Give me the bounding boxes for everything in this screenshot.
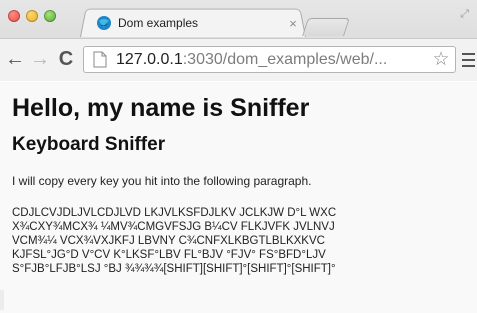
- page-heading: Hello, my name is Sniffer: [12, 94, 310, 122]
- new-tab-button[interactable]: [302, 18, 350, 36]
- window-controls: [8, 10, 56, 22]
- browser-chrome: Dom examples × ⤢ ← → C 127.0.0.1:3030/do…: [0, 0, 477, 81]
- page-content: Hello, my name is Sniffer Keyboard Sniff…: [0, 82, 477, 313]
- back-arrow-icon[interactable]: ←: [4, 47, 26, 71]
- tab-content[interactable]: Dom examples ×: [96, 13, 304, 33]
- reload-icon[interactable]: C: [55, 47, 77, 71]
- page-subheading: Keyboard Sniffer: [12, 134, 166, 155]
- url-path: :3030/dom_examples/web/...: [182, 50, 388, 68]
- typed-line: KJFSL°JG°D V°CV K°LKSF°LBV FL°BJV °FJV° …: [12, 249, 326, 261]
- tab-title: Dom examples: [118, 16, 199, 30]
- tab-close-icon[interactable]: ×: [286, 16, 300, 31]
- page-icon: [93, 51, 107, 68]
- fullscreen-icon[interactable]: ⤢: [460, 8, 469, 21]
- typed-keys-paragraph: CDJLCVJDLJVLCDJLVD LKJVLKSFDJLKV JCLKJW …: [12, 206, 452, 276]
- url-text[interactable]: 127.0.0.1:3030/dom_examples/web/...: [116, 51, 431, 69]
- intro-text: I will copy every key you hit into the f…: [12, 174, 312, 188]
- favicon-icon: [97, 16, 111, 30]
- typed-line: S°FJB°LFJB°LSJ °BJ ¾¾¾¾[SHIFT][SHIFT]°[S…: [12, 263, 336, 275]
- toolbar: ← → C 127.0.0.1:3030/dom_examples/web/..…: [0, 38, 477, 81]
- menu-icon[interactable]: [462, 53, 475, 71]
- typed-line: X¾CXY¾MCX¾ ¼MV¾CMGVFSJG B¼CV FLKJVFK JVL…: [12, 221, 335, 233]
- close-window-button[interactable]: [8, 10, 20, 22]
- url-host: 127.0.0.1: [116, 50, 183, 68]
- typed-line: CDJLCVJDLJVLCDJLVD LKJVLKSFDJLKV JCLKJW …: [12, 207, 337, 219]
- address-bar[interactable]: 127.0.0.1:3030/dom_examples/web/... ☆: [83, 46, 456, 73]
- typed-line: VCM¾¼ VCX¾VXJKFJ LBVNY C¾CNFXLKBGTLBLKXK…: [12, 235, 325, 247]
- star-icon[interactable]: ☆: [431, 48, 451, 71]
- forward-arrow-icon[interactable]: →: [29, 47, 51, 71]
- minimize-window-button[interactable]: [26, 10, 38, 22]
- maximize-window-button[interactable]: [44, 10, 56, 22]
- window-edge: [0, 290, 4, 310]
